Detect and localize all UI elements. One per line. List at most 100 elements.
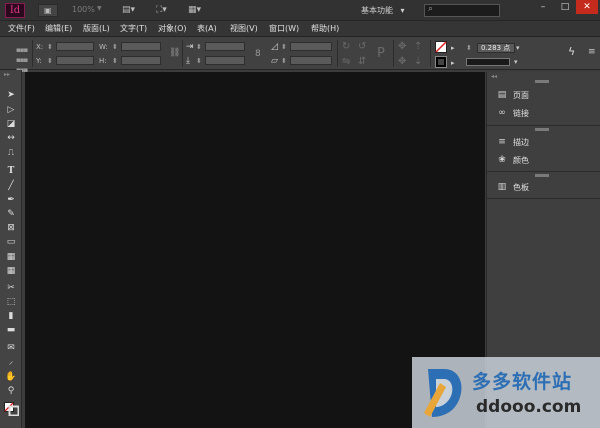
stroke-dropdown-icon[interactable]: ▸ <box>451 58 455 68</box>
menu-table[interactable]: 表(A) <box>197 23 217 34</box>
fill-stroke-icon[interactable] <box>4 402 19 416</box>
free-transform-tool-icon[interactable]: ⬚ <box>4 296 18 309</box>
stroke-weight-stepper-icon[interactable]: ⬍ <box>466 43 472 53</box>
content-collector-icon[interactable]: ⎍ <box>4 147 18 160</box>
pencil-tool-icon[interactable]: ✎ <box>4 208 18 221</box>
select-next-icon[interactable]: ⇣ <box>414 56 422 67</box>
zoom-level[interactable]: 100% <box>72 5 95 14</box>
shear-field[interactable] <box>290 56 332 65</box>
quick-apply-icon[interactable]: ϟ <box>568 46 575 57</box>
fill-dropdown-icon[interactable]: ▸ <box>451 43 455 53</box>
menu-type[interactable]: 文字(T) <box>120 23 147 34</box>
screen-mode-button[interactable]: ⛶▾ <box>156 4 178 17</box>
x-stepper-icon[interactable]: ⬍ <box>47 42 53 52</box>
scale-y-field[interactable] <box>205 56 245 65</box>
scale-x-field[interactable] <box>205 42 245 51</box>
gradient-swatch-tool-icon[interactable]: ▮ <box>4 310 18 323</box>
tools-panel: ▸▸ ➤ ▷ ◪ ↔ ⎍ T ╱ ✒ ✎ ⊠ ▭ ▦ ▦ ✂ ⬚ ▮ ▬ ✉ ⸝… <box>0 70 22 428</box>
select-content-icon[interactable]: ✥ <box>398 56 406 67</box>
control-separator <box>182 40 183 67</box>
scale-x-stepper-icon[interactable]: ⬍ <box>196 42 202 52</box>
panel-grip[interactable] <box>535 174 549 177</box>
rotate-angle-icon: ◿ <box>271 42 278 52</box>
select-previous-icon[interactable]: ⇡ <box>414 41 422 52</box>
menu-window[interactable]: 窗口(W) <box>269 23 299 34</box>
panel-group-pages-links: ▤ 页面 ∞ 链接 <box>487 78 600 126</box>
links-icon: ∞ <box>498 108 506 118</box>
zoom-dropdown-icon[interactable]: ▼ <box>97 5 102 12</box>
panel-grip[interactable] <box>535 80 549 83</box>
table-tool-icon[interactable]: ▦ <box>4 251 18 264</box>
rotate-ccw-icon[interactable]: ↺ <box>358 41 366 52</box>
x-field[interactable] <box>56 42 94 51</box>
fill-swatch-none-icon[interactable] <box>435 41 447 53</box>
hand-tool-icon[interactable]: ✋ <box>4 371 18 384</box>
y-stepper-icon[interactable]: ⬍ <box>47 56 53 66</box>
view-options-button[interactable]: ▤▾ <box>122 4 144 17</box>
arrange-documents-button[interactable]: ▦▾ <box>188 4 210 17</box>
type-tool-icon[interactable]: T <box>4 165 18 178</box>
y-field[interactable] <box>56 56 94 65</box>
tools-collapse-icon[interactable]: ▸▸ <box>4 71 10 78</box>
page-tool-icon[interactable]: ◪ <box>4 118 18 131</box>
swatches-icon: ▥ <box>497 182 507 192</box>
panel-label: 链接 <box>513 109 529 118</box>
flip-horizontal-icon[interactable]: ⇋ <box>342 56 350 67</box>
direct-selection-tool-icon[interactable]: ▷ <box>4 104 18 117</box>
h-label: H: <box>99 57 107 65</box>
bridge-button[interactable]: ▣ <box>38 4 58 17</box>
stroke-weight-dropdown-icon[interactable]: ▾ <box>516 43 520 53</box>
line-tool-icon[interactable]: ╱ <box>4 180 18 193</box>
panel-group-swatches: ▥ 色板 <box>487 172 600 199</box>
shear-stepper-icon[interactable]: ⬍ <box>281 56 287 66</box>
control-separator <box>32 40 33 67</box>
bridge-icon: ▣ <box>44 6 52 15</box>
zoom-tool-icon[interactable]: ⚲ <box>4 385 18 398</box>
workspace-switcher[interactable]: 基本功能 ▾ <box>361 3 415 18</box>
gap-tool-icon[interactable]: ↔ <box>4 132 18 145</box>
maximize-button[interactable]: □ <box>554 0 576 14</box>
stroke-swatch-icon[interactable] <box>435 56 447 68</box>
color-icon: ❀ <box>498 155 506 165</box>
w-stepper-icon[interactable]: ⬍ <box>112 42 118 52</box>
minimize-button[interactable]: – <box>532 0 554 14</box>
site-watermark: 多多软件站 ddooo.com <box>412 357 600 428</box>
menu-file[interactable]: 文件(F) <box>8 23 35 34</box>
h-field[interactable] <box>121 56 161 65</box>
stroke-type-selector[interactable] <box>466 58 510 66</box>
constrain-proportions-icon[interactable]: ⛓ <box>169 48 180 58</box>
panel-grip[interactable] <box>535 128 549 131</box>
screen-mode-icon: ⛶▾ <box>156 5 167 15</box>
selection-tool-icon[interactable]: ➤ <box>4 89 18 102</box>
select-container-icon[interactable]: ✥ <box>398 41 406 52</box>
grid-tool-icon[interactable]: ▦ <box>4 265 18 278</box>
menu-edit[interactable]: 编辑(E) <box>45 23 72 34</box>
rotate-stepper-icon[interactable]: ⬍ <box>281 42 287 52</box>
search-icon: ⌕ <box>428 4 434 14</box>
workspace-label: 基本功能 <box>361 6 393 15</box>
rectangle-tool-icon[interactable]: ▭ <box>4 236 18 249</box>
help-search-field[interactable]: ⌕ <box>424 4 500 17</box>
scissors-tool-icon[interactable]: ✂ <box>4 282 18 295</box>
rotate-field[interactable] <box>290 42 332 51</box>
rectangle-frame-tool-icon[interactable]: ⊠ <box>4 222 18 235</box>
menu-object[interactable]: 对象(O) <box>158 23 187 34</box>
eyedropper-tool-icon[interactable]: ⸝ <box>4 356 18 369</box>
rotate-cw-icon[interactable]: ↻ <box>342 41 350 52</box>
constrain-scale-icon[interactable]: 8 <box>255 49 261 59</box>
scale-y-stepper-icon[interactable]: ⬍ <box>196 56 202 66</box>
stroke-type-dropdown-icon[interactable]: ▾ <box>514 57 518 67</box>
w-field[interactable] <box>121 42 161 51</box>
note-tool-icon[interactable]: ✉ <box>4 342 18 355</box>
gradient-feather-tool-icon[interactable]: ▬ <box>4 324 18 337</box>
close-button[interactable]: ✕ <box>576 0 598 14</box>
menu-view[interactable]: 视图(V) <box>230 23 258 34</box>
menu-help[interactable]: 帮助(H) <box>311 23 339 34</box>
pen-tool-icon[interactable]: ✒ <box>4 194 18 207</box>
menu-layout[interactable]: 版面(L) <box>83 23 110 34</box>
flip-vertical-icon[interactable]: ⇵ <box>358 56 366 67</box>
stroke-weight-field[interactable]: 0.283 点 <box>477 43 515 53</box>
application-bar: Id ▣ 100% ▼ ▤▾ ⛶▾ ▦▾ 基本功能 ▾ ⌕ – □ ✕ <box>0 0 600 21</box>
control-panel-menu-icon[interactable]: ≡ <box>588 47 596 57</box>
h-stepper-icon[interactable]: ⬍ <box>112 56 118 66</box>
